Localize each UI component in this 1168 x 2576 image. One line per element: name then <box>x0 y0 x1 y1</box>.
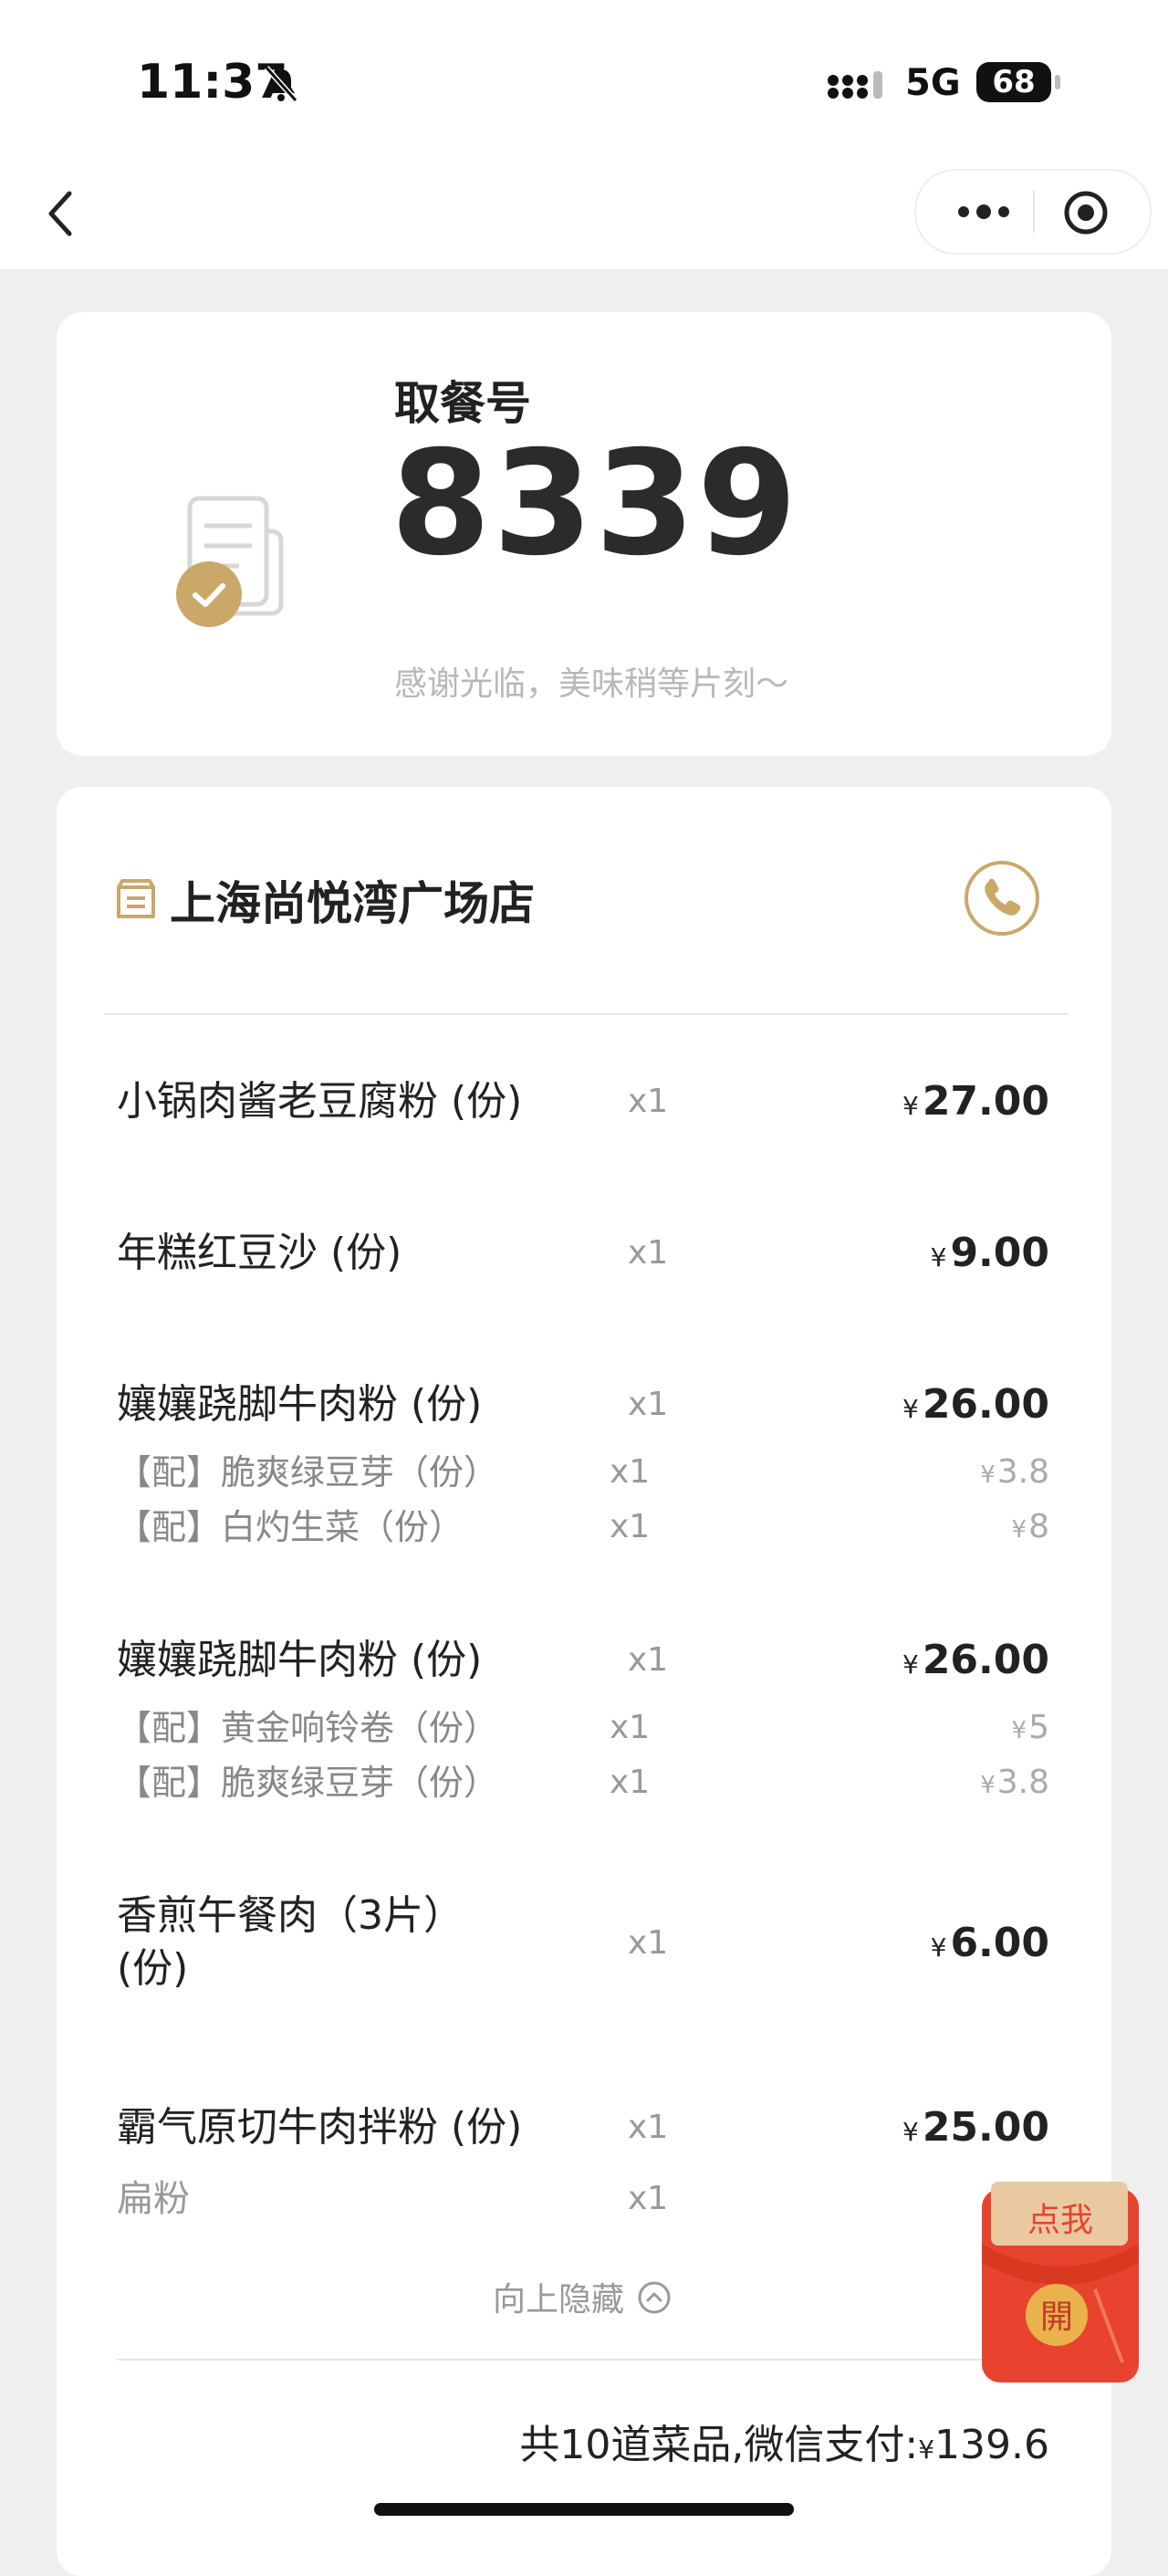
currency-symbol: ¥ <box>980 1772 996 1799</box>
item-price: ¥6.00 <box>931 1917 1049 1974</box>
option-name: 扁粉 <box>117 2178 190 2220</box>
addon-price: ¥3.8 <box>980 1758 1049 1810</box>
battery-indicator: 68 <box>976 62 1051 102</box>
addon-price-value: 3.8 <box>996 1453 1049 1491</box>
close-mini-program-icon[interactable] <box>1062 189 1110 236</box>
mini-program-capsule <box>914 169 1152 255</box>
order-card: 上海尚悦湾广场店 小锅肉酱老豆腐粉 (份) x1 ¥27.00 年糕红豆沙 (份… <box>57 787 1111 2576</box>
item-name: 孃孃跷脚牛肉粉 (份) <box>117 1381 483 1428</box>
bell-muted-icon <box>264 66 298 102</box>
phone-icon[interactable] <box>964 860 1040 937</box>
addon-price: ¥3.8 <box>980 1448 1049 1500</box>
item-name: 年糕红豆沙 (份) <box>117 1230 402 1276</box>
red-packet-top-text: 点我 <box>1027 2202 1093 2239</box>
pickup-card: 取餐号 8339 感谢光临，美味稍等片刻～ <box>57 312 1111 756</box>
currency-symbol: ¥ <box>902 1091 919 1121</box>
addon-qty: x1 <box>610 1764 651 1801</box>
addon-price-value: 8 <box>1028 1508 1049 1545</box>
currency-symbol: ¥ <box>902 2117 919 2147</box>
store-icon <box>117 879 155 918</box>
summary-total: 139.6 <box>934 2422 1049 2468</box>
item-price-value: 26.00 <box>922 1381 1049 1428</box>
item-qty: x1 <box>628 1234 669 1272</box>
addon-name: 【配】黄金响铃卷（份） <box>117 1708 499 1748</box>
item-qty: x1 <box>628 1924 669 1962</box>
store-name: 上海尚悦湾广场店 <box>170 877 535 930</box>
addon-name: 【配】脆爽绿豆芽（份） <box>117 1452 499 1492</box>
item-qty: x1 <box>628 1386 669 1423</box>
item-price: ¥25.00 <box>902 2101 1049 2159</box>
store-divider <box>104 1013 1068 1015</box>
capsule-divider <box>1033 191 1035 233</box>
item-price-value: 9.00 <box>950 1230 1049 1276</box>
red-packet-button[interactable]: 点我 開 <box>976 2180 1144 2392</box>
red-packet-seal-text: 開 <box>1040 2299 1073 2336</box>
summary-text: 共10道菜品,微信支付: <box>519 2422 919 2468</box>
item-price-value: 27.00 <box>922 1078 1049 1125</box>
item-qty: x1 <box>628 2109 669 2146</box>
item-price: ¥9.00 <box>931 1227 1049 1284</box>
addon-price: ¥5 <box>1012 1703 1049 1755</box>
addon-price-value: 3.8 <box>996 1764 1049 1801</box>
addon-qty: x1 <box>610 1453 651 1491</box>
order-summary: 共10道菜品,微信支付:¥139.6 <box>519 2412 1049 2470</box>
pickup-number: 8339 <box>391 420 799 588</box>
item-price: ¥26.00 <box>902 1378 1049 1436</box>
currency-symbol: ¥ <box>918 2435 935 2465</box>
item-name: 香煎午餐肉（3片）(份) <box>117 1892 464 1992</box>
addon-price: ¥8 <box>1012 1503 1049 1555</box>
more-icon[interactable] <box>947 189 1020 235</box>
battery-nub <box>1055 75 1060 89</box>
addon-qty: x1 <box>610 1709 651 1746</box>
currency-symbol: ¥ <box>930 1932 947 1963</box>
item-price-value: 25.00 <box>922 2104 1049 2151</box>
item-price-value: 6.00 <box>950 1920 1049 1966</box>
pickup-message: 感谢光临，美味稍等片刻～ <box>394 665 789 703</box>
item-qty: x1 <box>628 1083 669 1120</box>
item-qty: x1 <box>628 1641 669 1679</box>
option-qty: x1 <box>628 2180 669 2217</box>
addon-price-value: 5 <box>1028 1709 1049 1746</box>
item-price: ¥26.00 <box>902 1634 1049 1691</box>
item-price-value: 26.00 <box>922 1637 1049 1683</box>
currency-symbol: ¥ <box>902 1649 919 1680</box>
summary-divider <box>117 2359 1066 2361</box>
back-arrow-icon[interactable] <box>36 177 91 250</box>
currency-symbol: ¥ <box>1011 1717 1027 1744</box>
status-bar: 11:37 5G 68 <box>0 0 1168 155</box>
item-price: ¥27.00 <box>902 1075 1049 1133</box>
network-type: 5G <box>905 62 961 104</box>
currency-symbol: ¥ <box>930 1242 947 1272</box>
addon-name: 【配】脆爽绿豆芽（份） <box>117 1763 499 1803</box>
addon-qty: x1 <box>610 1508 651 1545</box>
item-name: 霸气原切牛肉拌粉 (份) <box>117 2104 523 2151</box>
signal-icon <box>828 71 882 99</box>
chevron-up-circle-icon[interactable] <box>637 2280 672 2315</box>
home-indicator <box>374 2503 794 2516</box>
addon-name: 【配】白灼生菜（份） <box>117 1507 464 1547</box>
check-circle-icon <box>176 561 242 627</box>
currency-symbol: ¥ <box>902 1394 919 1424</box>
currency-symbol: ¥ <box>1011 1516 1027 1544</box>
currency-symbol: ¥ <box>980 1461 996 1489</box>
item-name: 小锅肉酱老豆腐粉 (份) <box>117 1078 523 1125</box>
collapse-toggle[interactable]: 向上隐藏 <box>493 2273 624 2320</box>
item-name: 孃孃跷脚牛肉粉 (份) <box>117 1637 483 1683</box>
